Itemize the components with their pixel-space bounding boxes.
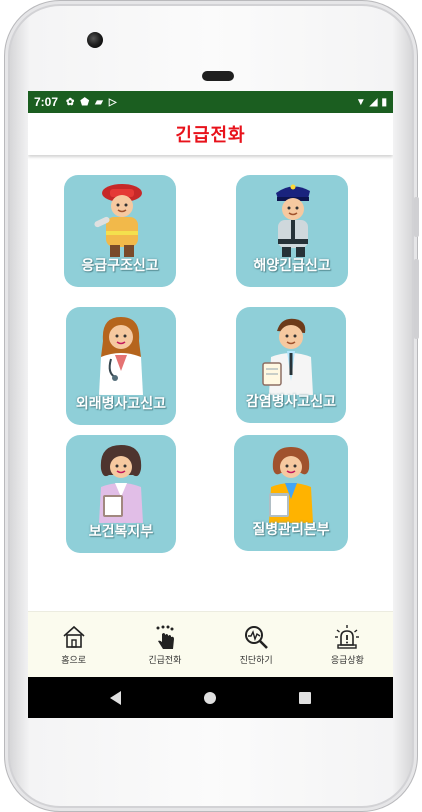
system-navigation-bar [28, 677, 393, 718]
nav-label: 응급상황 [330, 655, 364, 666]
card-emergency-rescue[interactable]: 응급구조신고 [64, 175, 176, 287]
bottom-navigation: 홈으로 긴급전화 진단하기 응급상황 [28, 611, 393, 677]
sd-card-icon: ▰ [95, 96, 103, 108]
female-health-worker-illustration [99, 445, 143, 523]
card-label: 질병관리본부 [252, 522, 330, 538]
card-label: 응급구조신고 [81, 258, 159, 274]
status-time: 7:07 [34, 95, 59, 109]
battery-icon: ▮ [381, 96, 387, 108]
wifi-icon: ▼ [355, 96, 366, 108]
police-officer-illustration [276, 184, 310, 257]
front-camera [87, 32, 103, 48]
nav-item-diagnosis[interactable]: 진단하기 [216, 624, 296, 666]
female-official-illustration [269, 447, 313, 523]
shield-icon: ⬟ [80, 96, 90, 108]
power-button [414, 197, 419, 237]
volume-button [414, 259, 419, 339]
female-doctor-illustration [99, 317, 143, 395]
status-right-icons: ▼ ◢ ▮ [356, 97, 387, 108]
home-icon [63, 625, 85, 648]
card-ministry-of-health[interactable]: 보건복지부 [66, 435, 176, 553]
nav-label: 홈으로 [61, 655, 87, 666]
card-label: 감염병사고신고 [245, 394, 337, 410]
card-maritime-emergency[interactable]: 해양긴급신고 [236, 175, 348, 287]
alarm-icon [335, 624, 360, 649]
home-circle-icon[interactable] [203, 691, 216, 704]
play-icon: ▷ [108, 96, 117, 108]
firefighter-illustration [94, 184, 142, 257]
card-label: 외래병사고신고 [75, 396, 167, 412]
nav-item-home[interactable]: 홈으로 [34, 624, 114, 666]
diagnosis-icon [245, 625, 269, 649]
app-bar: 긴급전화 [28, 113, 393, 155]
signal-icon: ◢ [369, 96, 378, 108]
card-infectious-disease-report[interactable]: 감염병사고신고 [236, 307, 346, 423]
status-bar: 7:07 ✿ ⬟ ▰ ▷ ▼ ◢ ▮ [28, 91, 393, 113]
screen: 7:07 ✿ ⬟ ▰ ▷ ▼ ◢ ▮ 긴급전화 응급구조신고 해양긴급신고 외래… [28, 91, 393, 718]
nav-label: 진단하기 [239, 655, 273, 666]
back-icon[interactable] [109, 690, 121, 705]
earpiece-speaker [202, 71, 234, 81]
card-disease-control-center[interactable]: 질병관리본부 [234, 435, 348, 551]
nav-item-emergency-call[interactable]: 긴급전화 [125, 624, 205, 666]
card-label: 해양긴급신고 [253, 258, 331, 274]
touch-icon [156, 625, 174, 649]
card-outpatient-accident[interactable]: 외래병사고신고 [66, 307, 176, 425]
card-label: 보건복지부 [88, 524, 154, 540]
gear-icon: ✿ [66, 96, 75, 108]
emergency-card-grid: 응급구조신고 해양긴급신고 외래병사고신고 감염병사고신고 보건복지부 질병관리… [28, 155, 393, 611]
recent-apps-icon[interactable] [299, 691, 312, 704]
male-doctor-illustration [262, 318, 313, 395]
page-title: 긴급전화 [175, 125, 246, 146]
nav-label: 긴급전화 [148, 655, 182, 666]
nav-item-emergency-situation[interactable]: 응급상황 [307, 624, 387, 666]
